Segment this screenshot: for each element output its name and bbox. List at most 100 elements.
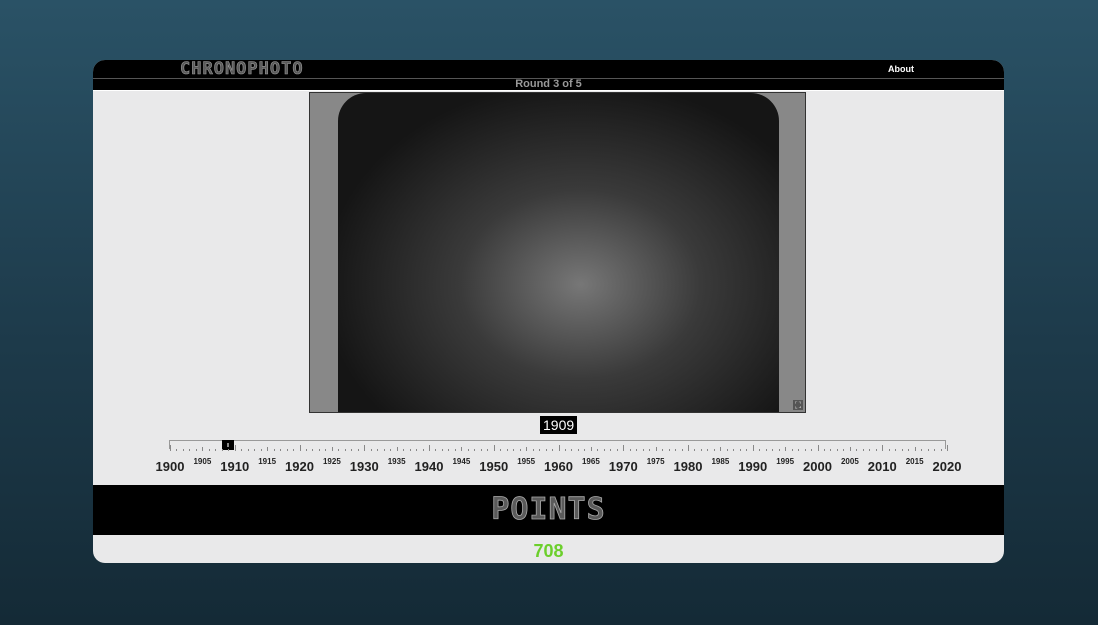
slider-tick bbox=[344, 449, 346, 451]
slider-tick bbox=[383, 449, 385, 451]
slider-tick bbox=[506, 449, 508, 451]
slider-tick bbox=[370, 449, 372, 451]
slider-tick bbox=[195, 449, 197, 451]
slider-label: 1915 bbox=[258, 457, 277, 466]
slider-tick bbox=[947, 445, 948, 451]
slider-tick bbox=[416, 449, 418, 451]
slider-tick bbox=[247, 449, 249, 451]
slider-tick bbox=[409, 449, 411, 451]
slider-tick bbox=[286, 449, 288, 451]
slider-label: 2010 bbox=[867, 459, 897, 474]
slider-label: 2005 bbox=[840, 457, 859, 466]
score: 708 bbox=[533, 541, 564, 561]
slider-tick bbox=[726, 449, 728, 451]
slider-tick bbox=[914, 447, 916, 451]
slider-tick bbox=[552, 449, 554, 451]
slider-tick bbox=[629, 449, 631, 451]
slider-tick bbox=[467, 449, 469, 451]
slider-tick bbox=[785, 447, 787, 451]
slider-label: 1935 bbox=[387, 457, 406, 466]
expand-icon[interactable]: ⛶ bbox=[793, 400, 803, 410]
slider-tick bbox=[610, 449, 612, 451]
slider-tick bbox=[202, 447, 204, 451]
slider-tick bbox=[895, 449, 897, 451]
slider-tick bbox=[882, 445, 884, 451]
slider-label: 1960 bbox=[544, 459, 573, 474]
slider-tick bbox=[539, 449, 541, 451]
slider-tick bbox=[817, 445, 819, 451]
game-card: CHRONOPHOTO About Round 3 of 5 ⛶ 1909 19… bbox=[93, 60, 1004, 563]
year-slider[interactable]: 1900 1905 1910 1915 1920 1925 1930 1935 1940 1945… bbox=[156, 440, 961, 474]
slider-tick bbox=[448, 449, 450, 451]
slider-label: 2020 bbox=[932, 459, 962, 474]
slider-label: 1900 bbox=[155, 459, 185, 474]
slider-tick bbox=[558, 445, 560, 451]
slider-tick bbox=[849, 447, 851, 451]
slider-tick bbox=[823, 449, 825, 451]
slider-tick bbox=[513, 449, 515, 451]
slider-tick bbox=[351, 449, 353, 451]
slider-tick bbox=[856, 449, 858, 451]
slider-tick bbox=[642, 449, 644, 451]
slider-label: 1905 bbox=[193, 457, 212, 466]
slider-tick bbox=[215, 449, 217, 451]
slider-tick bbox=[869, 449, 871, 451]
slider-tick bbox=[759, 449, 761, 451]
slider-tick bbox=[429, 445, 430, 451]
slider-tick bbox=[733, 449, 735, 451]
slider-tick bbox=[791, 449, 793, 451]
slider-label: 2015 bbox=[905, 457, 924, 466]
historical-photo: ⛶ bbox=[309, 92, 806, 413]
slider-tick bbox=[811, 449, 813, 451]
slider-tick bbox=[480, 449, 482, 451]
slider-tick bbox=[377, 449, 379, 451]
slider-tick bbox=[318, 449, 320, 451]
slider-tick bbox=[325, 449, 327, 451]
slider-tick bbox=[526, 447, 528, 451]
points-banner: POINTS bbox=[93, 485, 1004, 535]
slider-tick bbox=[422, 449, 424, 451]
slider-tick bbox=[221, 449, 223, 451]
slider-tick bbox=[396, 447, 398, 451]
slider-tick bbox=[584, 449, 586, 451]
slider-tick bbox=[590, 447, 592, 451]
slider-tick bbox=[189, 449, 191, 451]
slider-tick bbox=[662, 449, 664, 451]
slider-label: 1970 bbox=[608, 459, 638, 474]
slider-tick bbox=[908, 449, 910, 451]
slider-label: 1965 bbox=[581, 457, 600, 466]
header: CHRONOPHOTO About bbox=[93, 60, 1004, 79]
slider-tick bbox=[390, 449, 392, 451]
slider-tick bbox=[700, 449, 702, 451]
slider-tick bbox=[934, 449, 936, 451]
selected-year: 1909 bbox=[540, 416, 578, 434]
slider-tick bbox=[267, 447, 269, 451]
slider-tick bbox=[901, 449, 903, 451]
points-title: POINTS bbox=[491, 492, 606, 528]
slider-tick bbox=[305, 449, 307, 451]
slider-tick bbox=[675, 449, 677, 451]
slider-tick bbox=[273, 449, 275, 451]
slider-tick bbox=[571, 449, 573, 451]
slider-tick bbox=[616, 449, 618, 451]
slider-tick bbox=[500, 449, 502, 451]
slider-tick bbox=[435, 449, 437, 451]
slider-tick bbox=[772, 449, 774, 451]
slider-tick bbox=[338, 449, 340, 451]
slider-tick bbox=[720, 447, 722, 451]
slider-label: 1945 bbox=[452, 457, 471, 466]
slider-tick bbox=[254, 449, 256, 451]
round-indicator: Round 3 of 5 bbox=[515, 78, 582, 90]
slider-tick bbox=[461, 447, 463, 451]
slider-tick bbox=[299, 445, 301, 451]
slider-tick bbox=[765, 449, 767, 451]
slider-label: 1975 bbox=[646, 457, 665, 466]
slider-label: 1955 bbox=[517, 457, 536, 466]
slider-tick bbox=[739, 449, 741, 451]
slider-tick bbox=[830, 449, 832, 451]
about-link[interactable]: About bbox=[888, 64, 914, 74]
slider-tick bbox=[681, 449, 683, 451]
slider-tick bbox=[778, 449, 780, 451]
slider-tick bbox=[836, 449, 838, 451]
slider-tick bbox=[176, 449, 178, 451]
